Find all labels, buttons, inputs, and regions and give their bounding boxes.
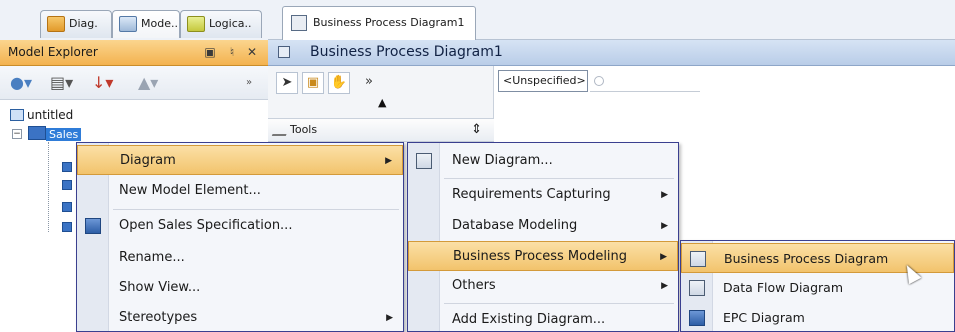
perspective-tabs: Diag. Mode.. Logica..: [0, 0, 268, 40]
menu-item-new-model-element[interactable]: New Model Element...: [77, 176, 403, 206]
menu-separator: [113, 209, 399, 210]
menu-item-label: Others: [452, 278, 496, 293]
project-dropdown-icon[interactable]: ▤▾: [50, 73, 73, 93]
more-tools-icon[interactable]: »: [358, 72, 380, 94]
submenu-arrow-icon: ▶: [661, 221, 668, 231]
menu-item-stereotypes[interactable]: Stereotypes ▶: [77, 303, 403, 332]
diagram-title: Business Process Diagram1: [310, 44, 503, 60]
menu-item-label: New Model Element...: [119, 183, 261, 198]
close-icon[interactable]: ✕: [244, 44, 260, 60]
menu-item-epc-diagram[interactable]: EPC Diagram: [681, 303, 954, 332]
tab-logical-view[interactable]: Logica..: [180, 10, 262, 38]
logical-view-icon: [187, 16, 205, 32]
tools-icon: [271, 124, 291, 136]
context-menu: Diagram ▶ New Model Element... Open Sales…: [76, 142, 404, 332]
child-model-icon[interactable]: [62, 222, 72, 232]
menu-item-database-modeling[interactable]: Database Modeling ▶: [408, 211, 678, 241]
menu-item-label: Business Process Modeling: [453, 249, 628, 264]
menu-item-label: Stereotypes: [119, 310, 198, 325]
overflow-icon[interactable]: »: [246, 73, 252, 93]
collapse-palette-icon[interactable]: ▲: [378, 96, 386, 109]
tree-node-label: Sales: [46, 128, 82, 141]
tree-guide: [48, 142, 49, 232]
menu-item-label: Diagram: [120, 153, 176, 168]
menu-item-label: Requirements Capturing: [452, 187, 611, 202]
palette-tools-group[interactable]: Tools ⇕: [268, 118, 494, 142]
divider: [590, 91, 700, 92]
menu-separator: [444, 303, 674, 304]
menu-item-others[interactable]: Others ▶: [408, 271, 678, 301]
select-tool-icon[interactable]: ➤: [276, 72, 298, 94]
menu-item-requirements-capturing[interactable]: Requirements Capturing ▶: [408, 180, 678, 210]
restore-icon[interactable]: ▣: [202, 44, 218, 60]
project-icon: [10, 109, 24, 121]
menu-item-label: Open Sales Specification...: [119, 218, 293, 233]
submenu-arrow-icon: ▶: [661, 190, 668, 200]
menu-item-business-process-modeling[interactable]: Business Process Modeling ▶: [408, 241, 678, 271]
menu-separator: [444, 178, 674, 179]
bpd-icon: [690, 251, 706, 267]
tab-label: Logica..: [209, 17, 252, 30]
search-icon[interactable]: [594, 76, 604, 86]
sort-icon[interactable]: ↓▾: [92, 73, 113, 93]
new-model-icon[interactable]: ●▾: [10, 73, 32, 93]
child-model-icon[interactable]: [62, 180, 72, 190]
tree-node-root[interactable]: untitled: [10, 108, 73, 122]
child-model-icon[interactable]: [62, 202, 72, 212]
menu-item-label: Business Process Diagram: [724, 251, 889, 266]
tree-node-label: untitled: [27, 108, 74, 122]
business-process-submenu: Business Process Diagram Data Flow Diagr…: [680, 240, 955, 332]
hand-icon[interactable]: ✋: [328, 72, 350, 94]
menu-item-label: Add Existing Diagram...: [452, 312, 606, 327]
submenu-arrow-icon: ▶: [660, 252, 667, 262]
diagram-header: Business Process Diagram1: [268, 40, 955, 66]
menu-item-label: Data Flow Diagram: [723, 280, 843, 295]
editor-tabbar: Business Process Diagram1: [268, 0, 955, 40]
tab-label: Business Process Diagram1: [313, 16, 465, 29]
model-explorer-icon: [119, 16, 137, 32]
tab-label: Diag.: [69, 17, 98, 30]
tree-node-sales[interactable]: − Sales: [12, 126, 82, 141]
menu-item-diagram[interactable]: Diagram ▶: [77, 145, 403, 175]
epc-icon: [689, 310, 705, 326]
menu-item-open-specification[interactable]: Open Sales Specification...: [77, 211, 403, 241]
menu-item-add-existing-diagram[interactable]: Add Existing Diagram...: [408, 305, 678, 332]
new-diagram-icon: [416, 153, 432, 169]
palette-group-label: Tools: [290, 123, 318, 136]
tab-diagram-navigator[interactable]: Diag.: [40, 10, 112, 38]
submenu-arrow-icon: ▶: [661, 281, 668, 291]
child-model-icon[interactable]: [62, 162, 72, 172]
tab-label: Mode..: [141, 17, 178, 30]
stereotype-field[interactable]: <Unspecified>: [498, 70, 588, 92]
menu-item-label: EPC Diagram: [723, 310, 805, 325]
diagram-icon: [278, 46, 290, 58]
specification-icon: [85, 218, 101, 234]
lock-icon[interactable]: ▣: [302, 72, 324, 94]
menu-item-label: Rename...: [119, 250, 185, 265]
model-icon: [28, 126, 46, 140]
explorer-toolbar: ●▾ ▤▾ ↓▾ ▲▾ »: [0, 66, 268, 100]
pin-icon[interactable]: ♮: [224, 44, 240, 60]
tab-model-explorer[interactable]: Mode..: [112, 10, 180, 38]
dfd-icon: [689, 280, 705, 296]
diagram-icon: [291, 15, 307, 31]
submenu-arrow-icon: ▶: [385, 156, 392, 166]
menu-item-label: New Diagram...: [452, 153, 553, 168]
menu-item-label: Database Modeling: [452, 218, 578, 233]
panel-title: Model Explorer: [8, 45, 98, 59]
collapse-icon[interactable]: −: [12, 129, 22, 139]
menu-item-show-view[interactable]: Show View...: [77, 273, 403, 303]
submenu-arrow-icon: ▶: [386, 313, 393, 323]
diagram-submenu: New Diagram... Requirements Capturing ▶ D…: [407, 142, 679, 332]
up-icon[interactable]: ▲▾: [138, 73, 158, 93]
menu-item-new-diagram[interactable]: New Diagram...: [408, 146, 678, 176]
diagram-navigator-icon: [47, 16, 65, 32]
model-explorer-header: Model Explorer ▣ ♮ ✕: [0, 40, 268, 66]
tab-business-process-diagram1[interactable]: Business Process Diagram1: [282, 6, 476, 40]
expand-icon[interactable]: ⇕: [471, 122, 482, 137]
menu-item-rename[interactable]: Rename...: [77, 243, 403, 273]
menu-item-label: Show View...: [119, 280, 201, 295]
